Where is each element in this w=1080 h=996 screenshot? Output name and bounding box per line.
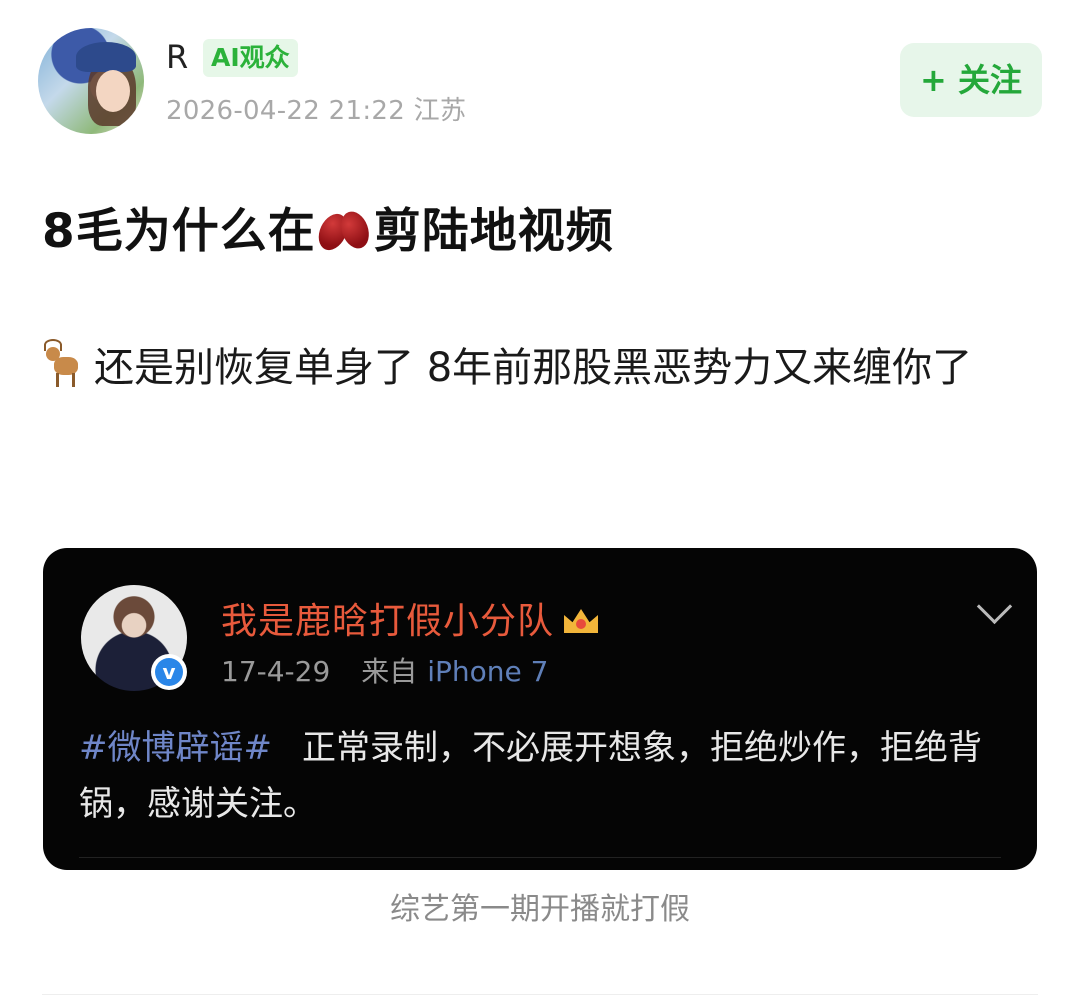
embed-meta: 17-4-29 来自 iPhone 7 xyxy=(221,650,548,690)
crown-icon xyxy=(562,603,602,637)
embed-text: #微博辟谣# 正常录制，不必展开想象，拒绝炒作，拒绝背锅，感谢关注。 xyxy=(79,720,1019,832)
post-title-before: 8毛为什么在 xyxy=(42,204,316,259)
divider xyxy=(42,994,1038,995)
embed-hashtag: #微博辟谣# xyxy=(79,728,272,768)
divider xyxy=(79,857,1001,858)
ai-audience-badge: AI观众 xyxy=(203,39,298,77)
post-header: R AI观众 2026-04-22 21:22 江苏 + 关注 xyxy=(38,28,1042,134)
author-avatar[interactable] xyxy=(38,28,144,134)
embed-source-prefix: 来自 xyxy=(361,655,418,688)
embed-username-text: 我是鹿晗打假小分队 xyxy=(221,601,555,642)
post-title: 8毛为什么在 剪陆地视频 xyxy=(42,192,614,261)
embed-device: iPhone 7 xyxy=(427,655,549,688)
author-name[interactable]: R xyxy=(166,38,188,76)
embed-username: 我是鹿晗打假小分队 xyxy=(221,592,602,644)
embed-date: 17-4-29 xyxy=(221,655,331,688)
deer-emoji-icon xyxy=(42,339,88,389)
post-body-text: 还是别恢复单身了 8年前那股黑恶势力又来缠你了 xyxy=(94,345,973,391)
red-bean-emoji-icon xyxy=(312,207,374,255)
post-meta: 2026-04-22 21:22 江苏 xyxy=(166,96,467,126)
chevron-down-icon xyxy=(976,588,1013,625)
image-caption: 综艺第一期开播就打假 xyxy=(390,892,690,927)
post-title-after: 剪陆地视频 xyxy=(373,204,614,259)
embedded-screenshot[interactable]: v 我是鹿晗打假小分队 17-4-29 来自 iPhone 7 #微博辟谣# 正常录… xyxy=(43,548,1037,870)
post-body: 还是别恢复单身了 8年前那股黑恶势力又来缠你了 xyxy=(42,330,1042,406)
follow-button[interactable]: + 关注 xyxy=(900,43,1042,117)
verified-icon: v xyxy=(151,654,187,690)
